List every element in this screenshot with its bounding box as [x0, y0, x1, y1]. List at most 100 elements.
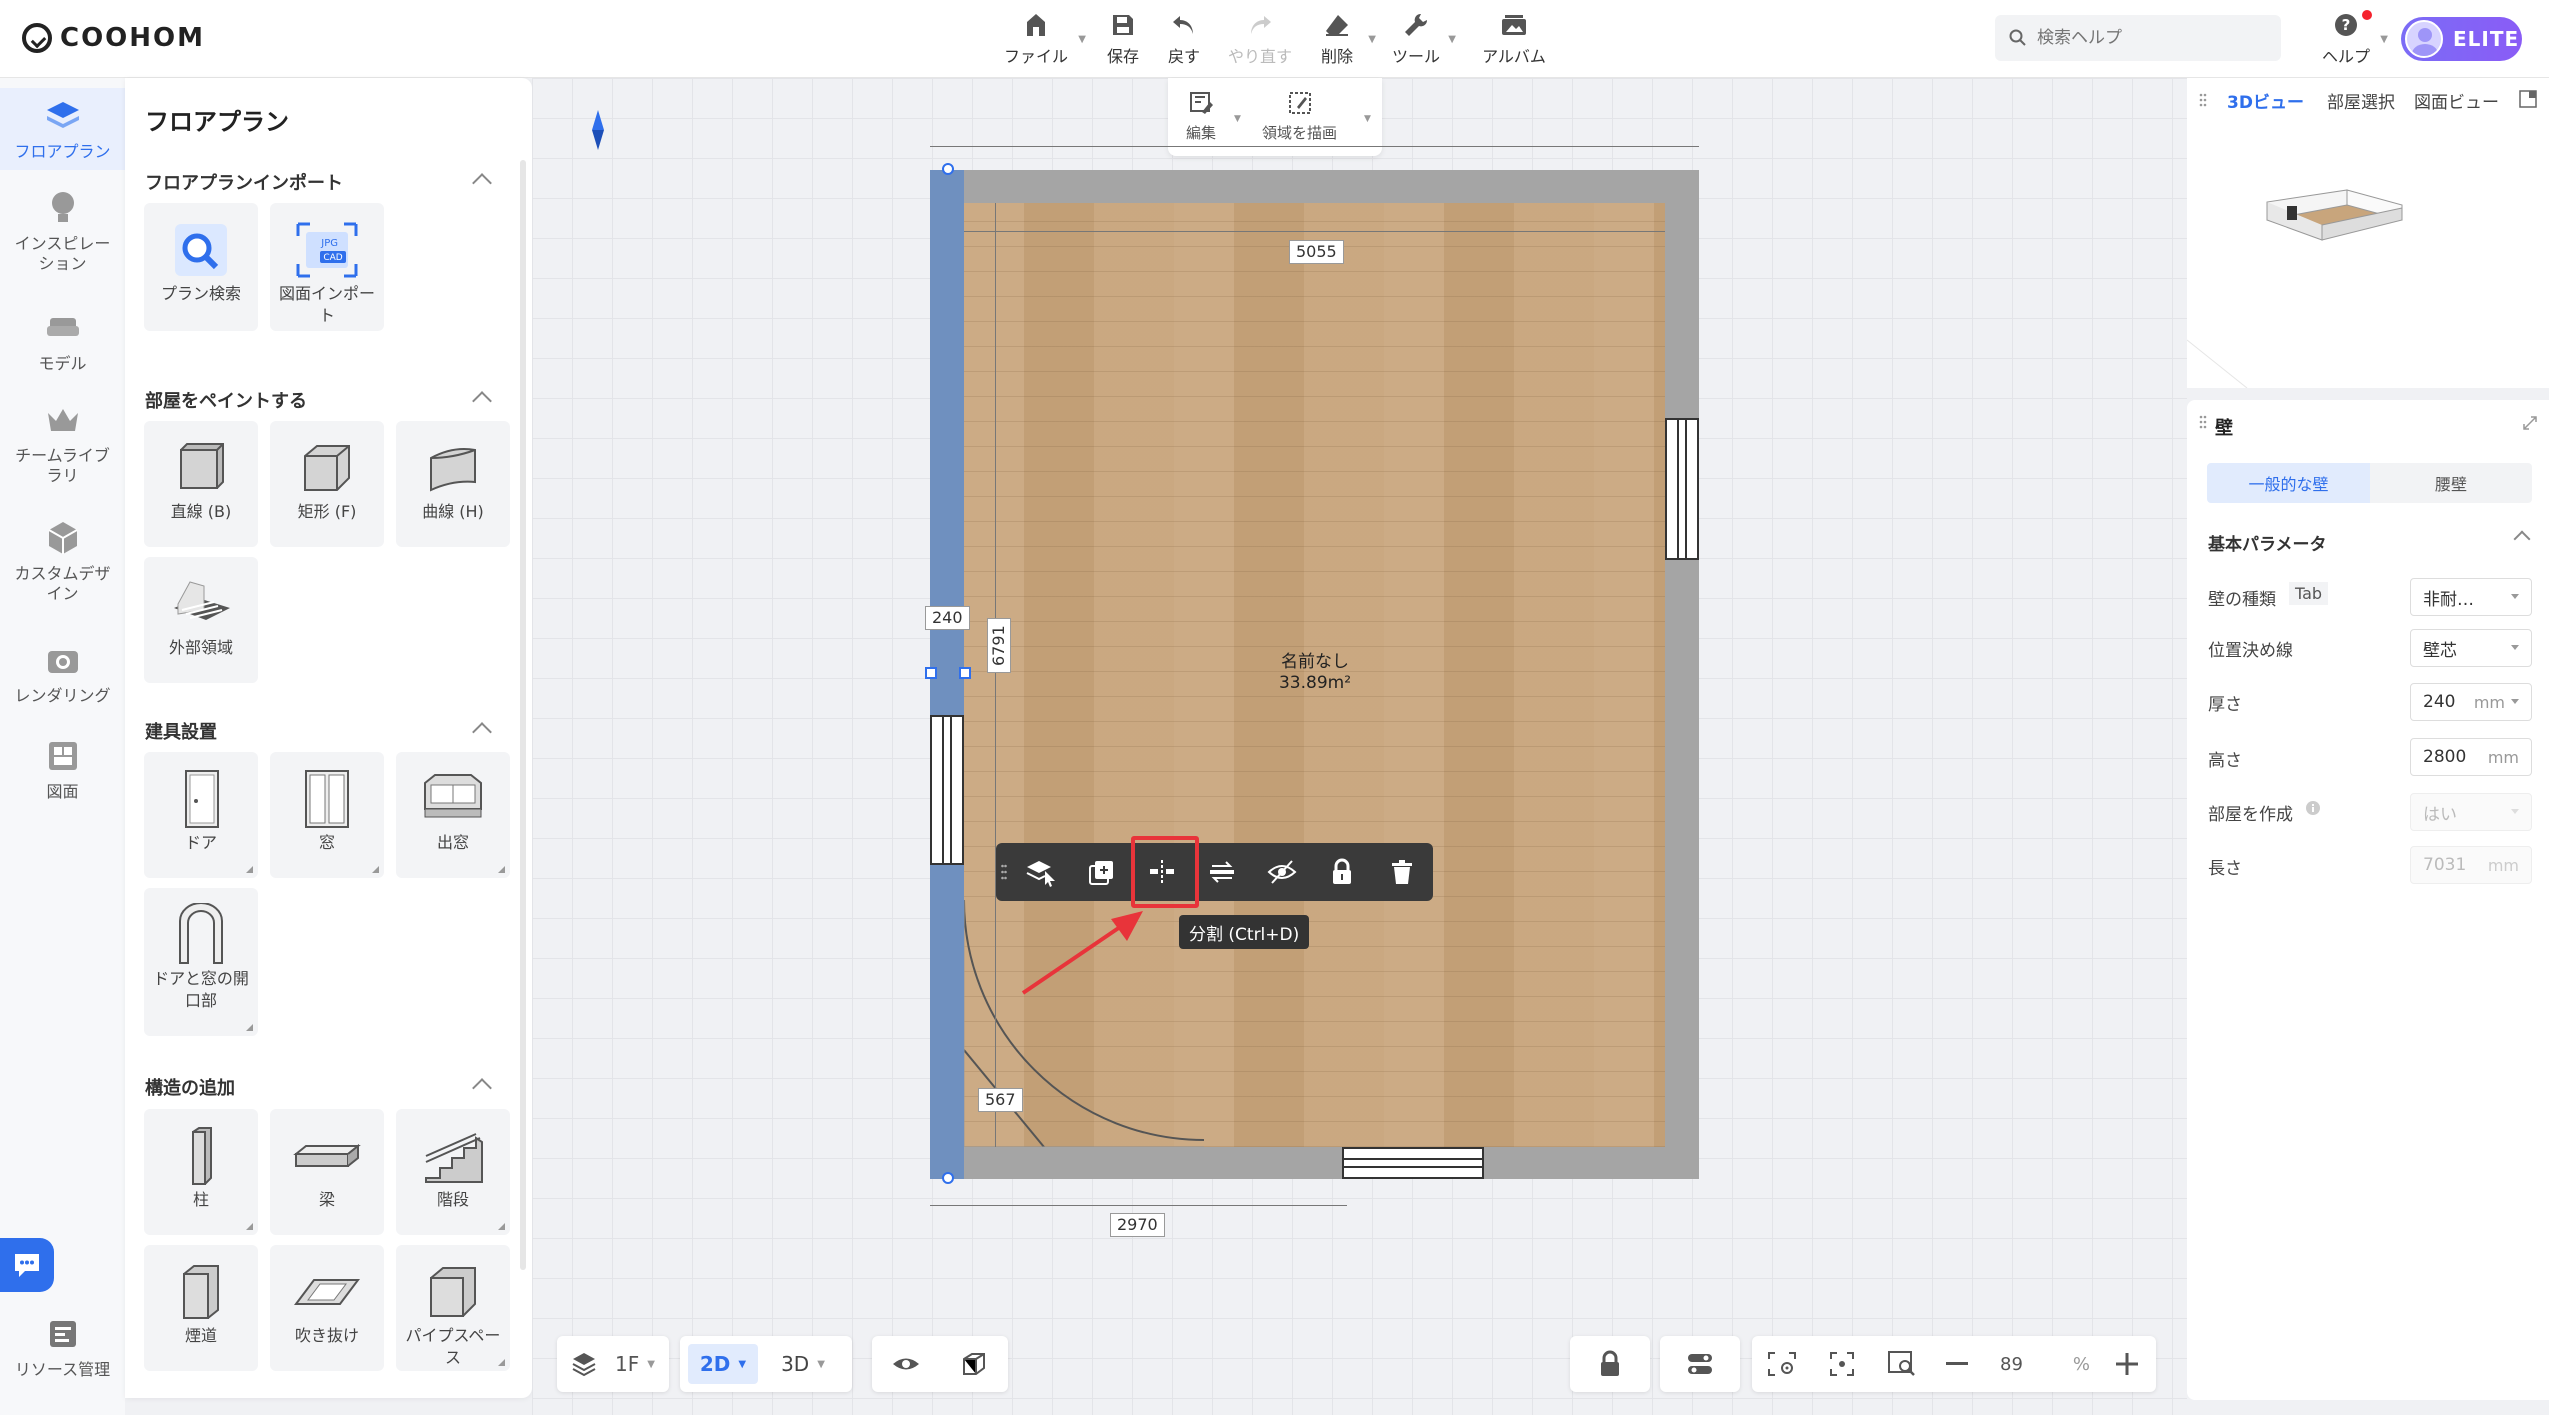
positioning-line-select[interactable]: 壁芯: [2410, 629, 2532, 667]
tab-room-select[interactable]: 部屋選択: [2327, 88, 2395, 113]
album-button[interactable]: アルバム: [1478, 8, 1550, 70]
field-value: 2800: [2423, 747, 2467, 767]
draw-area-button[interactable]: 領域を描画: [1262, 90, 1337, 143]
nav-model[interactable]: モデル: [0, 308, 125, 378]
help-button[interactable]: ? ヘルプ ▼: [2318, 8, 2388, 70]
collapse-icon[interactable]: [472, 391, 492, 411]
compass-icon[interactable]: [590, 108, 606, 152]
mode-3d-button[interactable]: 3D ▼: [770, 1336, 836, 1392]
flip-button[interactable]: [1192, 843, 1252, 901]
tile-curved-wall[interactable]: 曲線 (H): [396, 421, 510, 547]
expand-panel-icon[interactable]: [2519, 90, 2537, 108]
tile-pipe-space[interactable]: パイプスペース: [396, 1245, 510, 1371]
3d-preview[interactable]: [2187, 120, 2549, 388]
hide-button[interactable]: [1252, 843, 1312, 901]
tile-column[interactable]: 柱: [144, 1109, 258, 1235]
zoom-area-button[interactable]: [1872, 1336, 1932, 1392]
dim-bottom[interactable]: 2970: [1110, 1213, 1165, 1237]
nav-resource-management[interactable]: リソース管理: [0, 1314, 125, 1384]
search-input[interactable]: [2037, 28, 2257, 48]
expand-icon[interactable]: [2523, 416, 2537, 430]
chat-button[interactable]: [0, 1238, 54, 1292]
drag-handle-icon[interactable]: [2199, 92, 2207, 108]
undo-icon: [1169, 11, 1199, 39]
panel-scrollbar[interactable]: [520, 160, 526, 1270]
tile-window[interactable]: 窓: [270, 752, 384, 878]
select-layer-button[interactable]: [1012, 843, 1072, 901]
tile-void[interactable]: 吹き抜け: [270, 1245, 384, 1371]
collapse-icon[interactable]: [472, 722, 492, 742]
brand-logo[interactable]: COOHOM: [22, 20, 205, 56]
drag-handle-icon[interactable]: [996, 843, 1012, 901]
mode-2d-button[interactable]: 2D ▼: [688, 1344, 758, 1384]
settings-toggle-button[interactable]: [1660, 1336, 1740, 1392]
tile-door[interactable]: ドア: [144, 752, 258, 878]
collapse-icon[interactable]: [472, 1078, 492, 1098]
floor-selector[interactable]: 1F ▼: [557, 1336, 669, 1392]
notification-dot: [2362, 10, 2372, 20]
collapse-icon[interactable]: [2513, 530, 2531, 548]
tile-opening[interactable]: ドアと窓の開口部: [144, 888, 258, 1036]
tile-stairs[interactable]: 階段: [396, 1109, 510, 1235]
tile-bay-window[interactable]: 出窓: [396, 752, 510, 878]
tile-flue[interactable]: 煙道: [144, 1245, 258, 1371]
save-button[interactable]: 保存: [1098, 8, 1148, 70]
wall-endpoint-handle[interactable]: [942, 163, 954, 175]
tile-drawing-import[interactable]: JPG CAD 図面インポート: [270, 203, 384, 331]
wall-resize-handle[interactable]: [925, 667, 937, 679]
tile-straight-wall[interactable]: 直線 (B): [144, 421, 258, 547]
info-icon[interactable]: [2305, 800, 2321, 816]
nav-drawing[interactable]: 図面: [0, 736, 125, 806]
drag-handle-icon[interactable]: [2199, 414, 2207, 430]
redo-button[interactable]: やり直す: [1220, 8, 1300, 70]
tile-beam[interactable]: 梁: [270, 1109, 384, 1235]
left-window[interactable]: [930, 715, 964, 865]
wall-endpoint-handle[interactable]: [942, 1172, 954, 1184]
tab-half-wall[interactable]: 腰壁: [2370, 463, 2532, 503]
fit-view-button[interactable]: [1812, 1336, 1872, 1392]
visibility-button[interactable]: [872, 1336, 940, 1392]
delete-wall-button[interactable]: [1372, 843, 1432, 901]
nav-custom-design[interactable]: カスタムデザイン: [0, 518, 125, 608]
collapse-icon[interactable]: [472, 173, 492, 193]
tools-button[interactable]: ツール ▼: [1390, 8, 1456, 70]
wall-resize-handle[interactable]: [959, 667, 971, 679]
dim-left-height[interactable]: 6791: [987, 618, 1011, 673]
zoom-in-button[interactable]: [2102, 1336, 2152, 1392]
nav-inspiration[interactable]: インスピレーション: [0, 188, 125, 278]
wall-type-select[interactable]: 非耐…: [2410, 578, 2532, 616]
tab-general-wall[interactable]: 一般的な壁: [2207, 463, 2370, 503]
bottom-window[interactable]: [1342, 1147, 1484, 1179]
lock-canvas-button[interactable]: [1570, 1336, 1650, 1392]
right-window[interactable]: [1665, 418, 1699, 560]
thickness-input[interactable]: 240 mm: [2410, 683, 2532, 721]
fit-settings-button[interactable]: [1752, 1336, 1812, 1392]
tile-plan-search[interactable]: プラン検索: [144, 203, 258, 331]
nav-rendering[interactable]: レンダリング: [0, 640, 125, 710]
copy-button[interactable]: [1072, 843, 1132, 901]
undo-button[interactable]: 戻す: [1159, 8, 1209, 70]
eye-icon: [893, 1358, 919, 1370]
create-room-select[interactable]: はい: [2410, 793, 2532, 831]
nav-team-library[interactable]: チームライブラリ: [0, 400, 125, 490]
dim-thickness[interactable]: 240: [925, 606, 970, 630]
tile-rectangle-room[interactable]: 矩形 (F): [270, 421, 384, 547]
zoom-out-button[interactable]: [1932, 1336, 1982, 1392]
length-input[interactable]: 7031 mm: [2410, 846, 2532, 884]
tile-exterior-area[interactable]: 外部領域: [144, 557, 258, 683]
edit-button[interactable]: 編集: [1186, 90, 1216, 143]
height-input[interactable]: 2800 mm: [2410, 738, 2532, 776]
delete-button[interactable]: 削除 ▼: [1312, 8, 1376, 70]
tab-drawing-view[interactable]: 図面ビュー: [2414, 88, 2499, 113]
account-menu[interactable]: ELITE: [2401, 17, 2522, 61]
dim-top[interactable]: 5055: [1289, 240, 1344, 264]
file-button[interactable]: ファイル ▼: [1000, 8, 1086, 70]
nav-floorplan[interactable]: フロアプラン: [0, 88, 125, 170]
zoom-level-field[interactable]: 89 %: [1982, 1346, 2102, 1382]
lock-button[interactable]: [1312, 843, 1372, 901]
album-label: アルバム: [1482, 47, 1546, 66]
cube-view-button[interactable]: [940, 1336, 1008, 1392]
tab-3d-view[interactable]: 3Dビュー: [2227, 88, 2304, 113]
help-search[interactable]: [1995, 15, 2281, 61]
dim-small[interactable]: 567: [978, 1088, 1023, 1112]
